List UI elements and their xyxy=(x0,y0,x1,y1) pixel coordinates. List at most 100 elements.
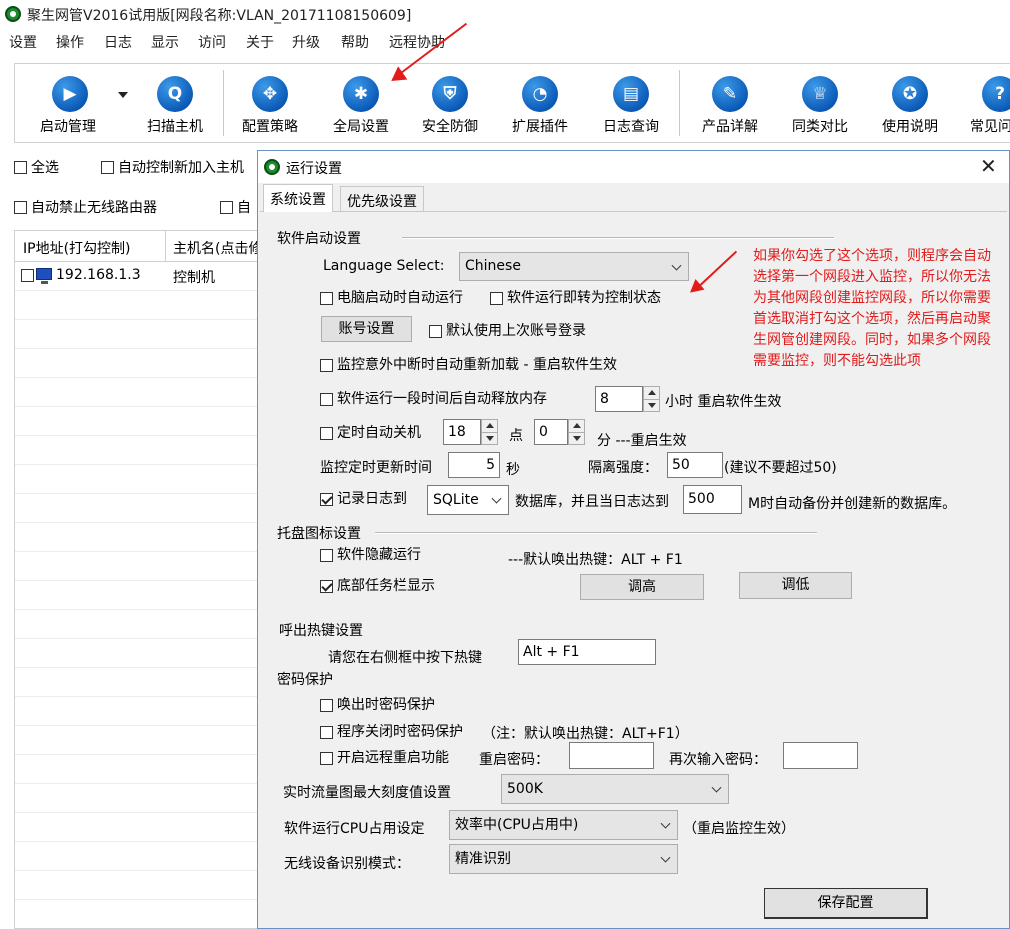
wake-password-checkbox[interactable]: 唤出时密码保护 xyxy=(320,694,435,714)
chevron-down-icon xyxy=(660,818,671,829)
account-settings-button[interactable]: 账号设置 xyxy=(321,316,412,342)
traffic-scale-select[interactable]: 500K xyxy=(501,774,729,804)
menu-about[interactable]: 关于 xyxy=(246,32,274,52)
ribbon-icon: ✪ xyxy=(892,76,928,112)
chevron-down-icon xyxy=(671,260,682,271)
hide-running-checkbox[interactable]: 软件隐藏运行 xyxy=(320,544,421,564)
close-icon[interactable]: ✕ xyxy=(980,155,997,177)
spin-up-icon[interactable] xyxy=(573,423,581,428)
menu-remote-assist[interactable]: 远程协助 xyxy=(389,32,445,52)
log-database-select[interactable]: SQLite xyxy=(427,485,509,515)
extension-plugins-button[interactable]: ◔ 扩展插件 xyxy=(492,64,588,142)
auto-release-checkbox[interactable]: 软件运行一段时间后自动释放内存 xyxy=(320,388,547,408)
menu-log[interactable]: 日志 xyxy=(104,32,132,52)
save-config-button[interactable]: 保存配置 xyxy=(764,888,928,919)
checkbox-box[interactable] xyxy=(220,200,233,214)
auto-partial-checkbox[interactable]: 自 xyxy=(220,197,251,217)
checkbox-box[interactable] xyxy=(320,291,333,305)
config-policy-button[interactable]: ✥ 配置策略 xyxy=(222,64,318,142)
table-row[interactable]: 192.168.1.3 xyxy=(21,267,141,284)
tab-system-settings[interactable]: 系统设置 xyxy=(263,184,333,212)
checkbox-box[interactable] xyxy=(320,751,333,765)
checkbox-box[interactable] xyxy=(101,160,114,174)
release-hours-spinner[interactable] xyxy=(643,386,660,412)
menu-upgrade[interactable]: 升级 xyxy=(292,32,320,52)
product-details-button[interactable]: ✎ 产品详解 xyxy=(682,64,778,142)
log-mid-text: 数据库，并且当日志达到 xyxy=(515,494,669,510)
row-divider xyxy=(15,580,258,581)
auto-block-wifi-label: 自动禁止无线路由器 xyxy=(31,200,157,216)
menu-access[interactable]: 访问 xyxy=(198,32,226,52)
column-hostname[interactable]: 主机名(点击修 xyxy=(173,238,258,258)
wireless-mode-select[interactable]: 精准识别 xyxy=(449,844,678,874)
auto-control-checkbox[interactable]: 软件运行即转为控制状态 xyxy=(490,287,661,307)
confirm-password-input[interactable] xyxy=(783,742,858,769)
software-startup-heading: 软件启动设置 xyxy=(277,231,361,247)
log-size-input[interactable]: 500 xyxy=(683,485,742,514)
menu-help[interactable]: 帮助 xyxy=(341,32,369,52)
lower-button[interactable]: 调低 xyxy=(739,572,852,599)
start-management-button[interactable]: ▶ 启动管理 xyxy=(20,64,116,142)
column-ip[interactable]: IP地址(打勾控制) xyxy=(23,238,131,258)
log-query-button[interactable]: ▤ 日志查询 xyxy=(583,64,679,142)
auto-start-checkbox[interactable]: 电脑启动时自动运行 xyxy=(320,287,463,307)
shutdown-hour-spinner[interactable] xyxy=(481,419,498,445)
checkbox-box[interactable] xyxy=(320,492,333,506)
menu-operation[interactable]: 操作 xyxy=(56,32,84,52)
language-select[interactable]: Chinese xyxy=(459,252,689,281)
checkbox-box[interactable] xyxy=(320,698,333,712)
shutdown-minute-spinner[interactable] xyxy=(568,419,585,445)
checkbox-box[interactable] xyxy=(490,291,503,305)
spin-up-icon[interactable] xyxy=(486,423,494,428)
checkbox-box[interactable] xyxy=(320,579,333,593)
select-all-checkbox[interactable]: 全选 xyxy=(14,157,59,177)
checkbox-box[interactable] xyxy=(320,426,333,440)
close-password-checkbox[interactable]: 程序关闭时密码保护 xyxy=(320,721,463,741)
auto-control-new-checkbox[interactable]: 自动控制新加入主机 xyxy=(101,157,244,177)
row-checkbox[interactable] xyxy=(21,268,34,282)
checkbox-box[interactable] xyxy=(14,200,27,214)
isolation-input[interactable]: 50 xyxy=(667,452,723,478)
log-database-value: SQLite xyxy=(433,492,479,508)
cpu-note: （重启监控生效） xyxy=(683,821,795,837)
menu-settings[interactable]: 设置 xyxy=(9,32,37,52)
checkbox-box[interactable] xyxy=(320,548,333,562)
shutdown-minute-input[interactable]: 0 xyxy=(534,419,568,445)
faq-button[interactable]: ? 常见问 xyxy=(952,64,1010,142)
hotkey-heading: 呼出热键设置 xyxy=(279,623,363,639)
restart-password-input[interactable] xyxy=(569,742,654,769)
security-defense-button[interactable]: ⛨ 安全防御 xyxy=(402,64,498,142)
user-guide-button[interactable]: ✪ 使用说明 xyxy=(862,64,958,142)
checkbox-box[interactable] xyxy=(429,324,442,338)
auto-shutdown-checkbox[interactable]: 定时自动关机 xyxy=(320,422,421,442)
spin-down-icon[interactable] xyxy=(573,436,581,441)
scan-hosts-label: 扫描主机 xyxy=(147,119,203,135)
scan-hosts-button[interactable]: Q 扫描主机 xyxy=(127,64,223,142)
log-to-checkbox[interactable]: 记录日志到 xyxy=(320,488,407,508)
checkbox-box[interactable] xyxy=(320,392,333,406)
restart-password-label: 重启密码： xyxy=(479,752,549,768)
cpu-select[interactable]: 效率中(CPU占用中) xyxy=(449,810,678,840)
release-hours-input[interactable]: 8 xyxy=(595,386,643,412)
spin-up-icon[interactable] xyxy=(648,390,656,395)
shutdown-hour-input[interactable]: 18 xyxy=(443,419,481,445)
global-settings-label: 全局设置 xyxy=(333,119,389,135)
checkbox-box[interactable] xyxy=(320,725,333,739)
checkbox-box[interactable] xyxy=(320,358,333,372)
spin-down-icon[interactable] xyxy=(486,436,494,441)
use-last-account-checkbox[interactable]: 默认使用上次账号登录 xyxy=(429,320,586,340)
user-guide-label: 使用说明 xyxy=(882,119,938,135)
remote-restart-checkbox[interactable]: 开启远程重启功能 xyxy=(320,747,449,767)
checkbox-box[interactable] xyxy=(14,160,27,174)
refresh-interval-input[interactable]: 5 xyxy=(448,452,500,478)
extension-plugins-label: 扩展插件 xyxy=(512,119,568,135)
menu-display[interactable]: 显示 xyxy=(151,32,179,52)
auto-reload-checkbox[interactable]: 监控意外中断时自动重新加载 - 重启软件生效 xyxy=(320,354,617,374)
tab-priority-settings[interactable]: 优先级设置 xyxy=(340,186,424,212)
taskbar-show-checkbox[interactable]: 底部任务栏显示 xyxy=(320,575,435,595)
raise-button[interactable]: 调高 xyxy=(580,574,704,600)
spin-down-icon[interactable] xyxy=(648,403,656,408)
auto-block-wifi-checkbox[interactable]: 自动禁止无线路由器 xyxy=(14,197,157,217)
hotkey-input[interactable]: Alt + F1 xyxy=(518,639,656,665)
comparison-button[interactable]: ♕ 同类对比 xyxy=(772,64,868,142)
